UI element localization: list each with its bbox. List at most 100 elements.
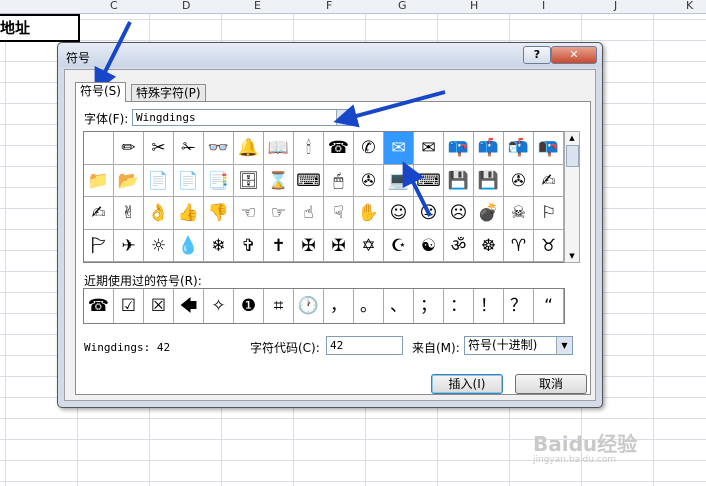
symbol-grid-scrollbar[interactable]: ▲ ▼ <box>564 131 580 263</box>
symbol-cell[interactable]: 💾 <box>444 164 474 197</box>
cancel-button[interactable]: 取消 <box>515 374 587 394</box>
symbol-cell[interactable]: ✉ <box>384 132 414 165</box>
symbol-cell[interactable]: ✍ <box>84 197 114 230</box>
tab-symbols[interactable]: 符号(S) <box>75 82 126 102</box>
symbol-cell[interactable]: ✡ <box>354 229 384 262</box>
symbol-cell[interactable]: 📑 <box>204 164 234 197</box>
symbol-cell[interactable]: ✠ <box>294 229 324 262</box>
symbol-cell[interactable]: 📬 <box>504 132 534 165</box>
symbol-cell[interactable]: ✏ <box>114 132 144 165</box>
symbol-cell[interactable]: ♈ <box>504 229 534 262</box>
dialog-titlebar[interactable]: 符号 ? ✕ <box>58 43 602 67</box>
symbol-cell[interactable]: 📂 <box>114 164 144 197</box>
symbol-cell[interactable]: 🖱 <box>324 164 354 197</box>
active-cell[interactable]: 地址 <box>0 14 80 42</box>
symbol-cell[interactable]: 📄 <box>174 164 204 197</box>
column-header-c[interactable]: C <box>110 0 118 12</box>
symbol-cell[interactable]: ⌨ <box>294 164 324 197</box>
recent-symbol-cell[interactable]: ✧ <box>204 289 234 323</box>
symbol-cell[interactable]: 💣 <box>474 197 504 230</box>
symbol-cell[interactable]: 📫 <box>474 132 504 165</box>
char-code-input[interactable]: 42 <box>326 336 403 355</box>
recent-symbol-cell[interactable]: ？ <box>504 289 534 323</box>
symbol-cell[interactable]: ⌛ <box>264 164 294 197</box>
column-header-d[interactable]: D <box>182 0 190 12</box>
symbol-cell[interactable]: ☸ <box>474 229 504 262</box>
symbol-cell[interactable]: ☯ <box>414 229 444 262</box>
column-header-g[interactable]: G <box>398 0 407 12</box>
recent-symbol-cell[interactable]: ☒ <box>144 289 174 323</box>
symbol-cell[interactable]: 👓 <box>204 132 234 165</box>
chevron-down-icon[interactable]: ▼ <box>556 337 572 354</box>
scroll-thumb[interactable] <box>566 145 579 167</box>
symbol-cell[interactable]: 📪 <box>444 132 474 165</box>
recent-symbol-cell[interactable]: ❶ <box>234 289 264 323</box>
symbol-cell[interactable]: ✆ <box>354 132 384 165</box>
scroll-up-icon[interactable]: ▲ <box>565 132 579 144</box>
symbol-cell[interactable]: 👍 <box>174 197 204 230</box>
symbol-cell[interactable]: ☞ <box>264 197 294 230</box>
symbol-cell[interactable]: ☹ <box>444 197 474 230</box>
symbol-cell[interactable]: ☜ <box>234 197 264 230</box>
symbol-cell[interactable]: ✉ <box>414 132 444 165</box>
symbol-cell[interactable] <box>84 132 114 165</box>
symbol-cell[interactable]: ❄ <box>204 229 234 262</box>
recent-symbol-cell[interactable]: ； <box>414 289 444 323</box>
symbol-cell[interactable]: 📄 <box>144 164 174 197</box>
symbol-cell[interactable]: ☺ <box>384 197 414 230</box>
symbol-cell[interactable]: ⚐ <box>534 197 564 230</box>
recent-symbol-cell[interactable]: “ <box>534 289 564 323</box>
symbol-cell[interactable]: 💾 <box>474 164 504 197</box>
symbol-cell[interactable]: ♉ <box>534 229 564 262</box>
symbol-cell[interactable]: ✠ <box>324 229 354 262</box>
column-header-e[interactable]: E <box>254 0 261 12</box>
insert-button[interactable]: 插入(I) <box>431 374 503 394</box>
symbol-cell[interactable]: ✇ <box>354 164 384 197</box>
recent-symbol-cell[interactable]: ！ <box>474 289 504 323</box>
symbol-cell[interactable]: 📖 <box>264 132 294 165</box>
symbol-cell[interactable]: ☟ <box>324 197 354 230</box>
column-header-f[interactable]: F <box>326 0 332 12</box>
recent-symbol-cell[interactable]: 🡄 <box>174 289 204 323</box>
symbol-cell[interactable]: ☼ <box>144 229 174 262</box>
symbol-cell[interactable]: 🔔 <box>234 132 264 165</box>
symbol-cell[interactable]: 👌 <box>144 197 174 230</box>
symbol-cell[interactable]: ✁ <box>174 132 204 165</box>
recent-symbol-cell[interactable]: 🕐 <box>294 289 324 323</box>
symbol-cell[interactable]: ✈ <box>114 229 144 262</box>
symbol-cell[interactable]: 🕯 <box>294 132 324 165</box>
symbol-cell[interactable]: ✍ <box>534 164 564 197</box>
scroll-down-icon[interactable]: ▼ <box>565 250 579 262</box>
symbol-cell[interactable]: ⌨ <box>414 164 444 197</box>
recent-symbol-cell[interactable]: ， <box>324 289 354 323</box>
symbol-cell[interactable]: ✂ <box>144 132 174 165</box>
recent-symbol-cell[interactable]: 。 <box>354 289 384 323</box>
symbol-cell[interactable]: ☝ <box>294 197 324 230</box>
column-header-i[interactable]: I <box>542 0 545 12</box>
tab-special-characters[interactable]: 特殊字符(P) <box>131 84 206 102</box>
symbol-cell[interactable]: 📁 <box>84 164 114 197</box>
symbol-cell[interactable]: ✝ <box>264 229 294 262</box>
symbol-cell[interactable]: ✌ <box>114 197 144 230</box>
from-select[interactable]: 符号(十进制) ▼ <box>464 336 573 355</box>
recent-symbol-cell[interactable]: 、 <box>384 289 414 323</box>
recent-symbol-cell[interactable]: ⌗ <box>264 289 294 323</box>
recent-symbol-cell[interactable]: ： <box>444 289 474 323</box>
symbol-cell[interactable]: 📭 <box>534 132 564 165</box>
symbol-cell[interactable]: ॐ <box>444 229 474 262</box>
symbol-cell[interactable]: ✞ <box>234 229 264 262</box>
help-button[interactable]: ? <box>523 46 551 64</box>
close-button[interactable]: ✕ <box>551 46 597 64</box>
chevron-down-icon[interactable]: ▼ <box>336 110 352 125</box>
recent-symbol-cell[interactable]: ☎ <box>84 289 114 323</box>
symbol-cell[interactable]: ☪ <box>384 229 414 262</box>
symbol-cell[interactable]: ✇ <box>504 164 534 197</box>
symbol-cell[interactable]: ✋ <box>354 197 384 230</box>
symbol-cell[interactable]: ☠ <box>504 197 534 230</box>
symbol-cell[interactable]: 😐 <box>414 197 444 230</box>
symbol-cell[interactable]: 👎 <box>204 197 234 230</box>
font-select[interactable]: Wingdings ▼ <box>132 109 353 126</box>
column-header-j[interactable]: J <box>614 0 617 12</box>
symbol-cell[interactable]: 💻 <box>384 164 414 197</box>
column-header-h[interactable]: H <box>470 0 478 12</box>
